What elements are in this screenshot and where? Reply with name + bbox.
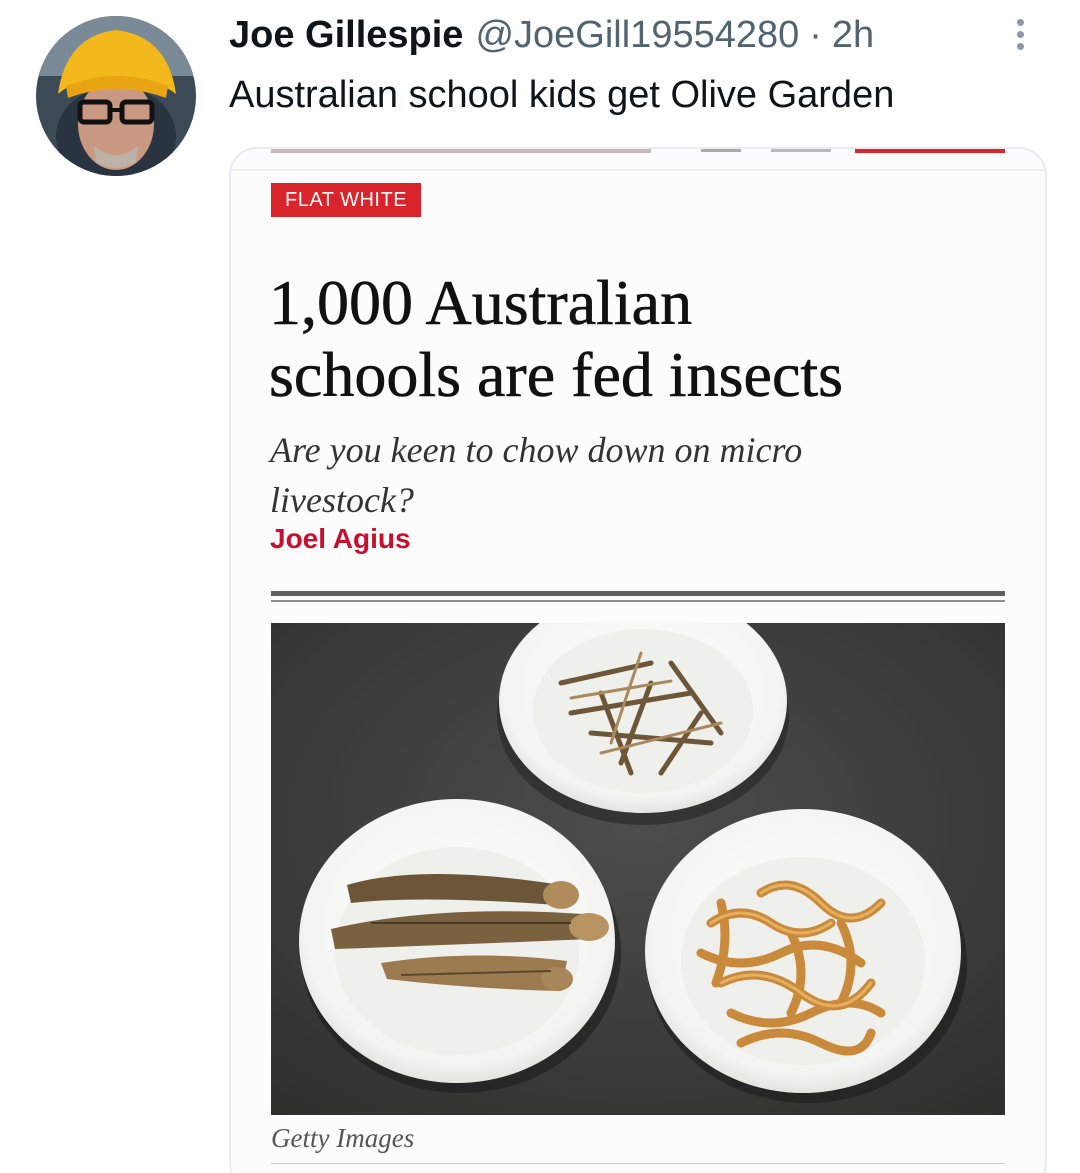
more-vertical-icon: [1016, 42, 1024, 50]
article-subhead: Are you keen to chow down on micro lives…: [270, 425, 910, 525]
photo-caption: Getty Images: [271, 1123, 415, 1153]
divider: [271, 1163, 1005, 1164]
article-headline: 1,000 Australian schools are fed insects: [269, 267, 989, 411]
headline-line-1: 1,000 Australian: [269, 267, 693, 339]
avatar[interactable]: [36, 16, 196, 176]
more-vertical-icon: [1016, 30, 1024, 38]
tweet-text: Australian school kids get Olive Garden: [229, 74, 895, 116]
profile-photo-icon: [36, 16, 196, 176]
tweet-media[interactable]: FLAT WHITE 1,000 Australian schools are …: [229, 147, 1047, 1173]
headline-line-2: schools are fed insects: [269, 339, 844, 411]
more-options-button[interactable]: [1002, 12, 1038, 56]
clipped-masthead: [231, 149, 1045, 171]
display-name[interactable]: Joe Gillespie: [229, 14, 463, 57]
user-handle[interactable]: @JoeGill19554280: [475, 14, 799, 57]
separator-dot: ·: [809, 14, 822, 56]
subhead-line-2: livestock?: [270, 480, 414, 520]
insect-bowls-image: [271, 623, 1005, 1115]
section-tag: FLAT WHITE: [271, 183, 422, 217]
subhead-line-1: Are you keen to chow down on micro: [270, 430, 803, 470]
article-author: Joel Agius: [270, 523, 411, 554]
more-vertical-icon: [1016, 18, 1024, 26]
article-photo: [271, 623, 1005, 1115]
divider: [271, 591, 1005, 596]
timestamp[interactable]: 2h: [832, 14, 874, 57]
tweet-header: Joe Gillespie @JoeGill19554280 · 2h: [229, 14, 874, 66]
divider: [271, 600, 1005, 602]
